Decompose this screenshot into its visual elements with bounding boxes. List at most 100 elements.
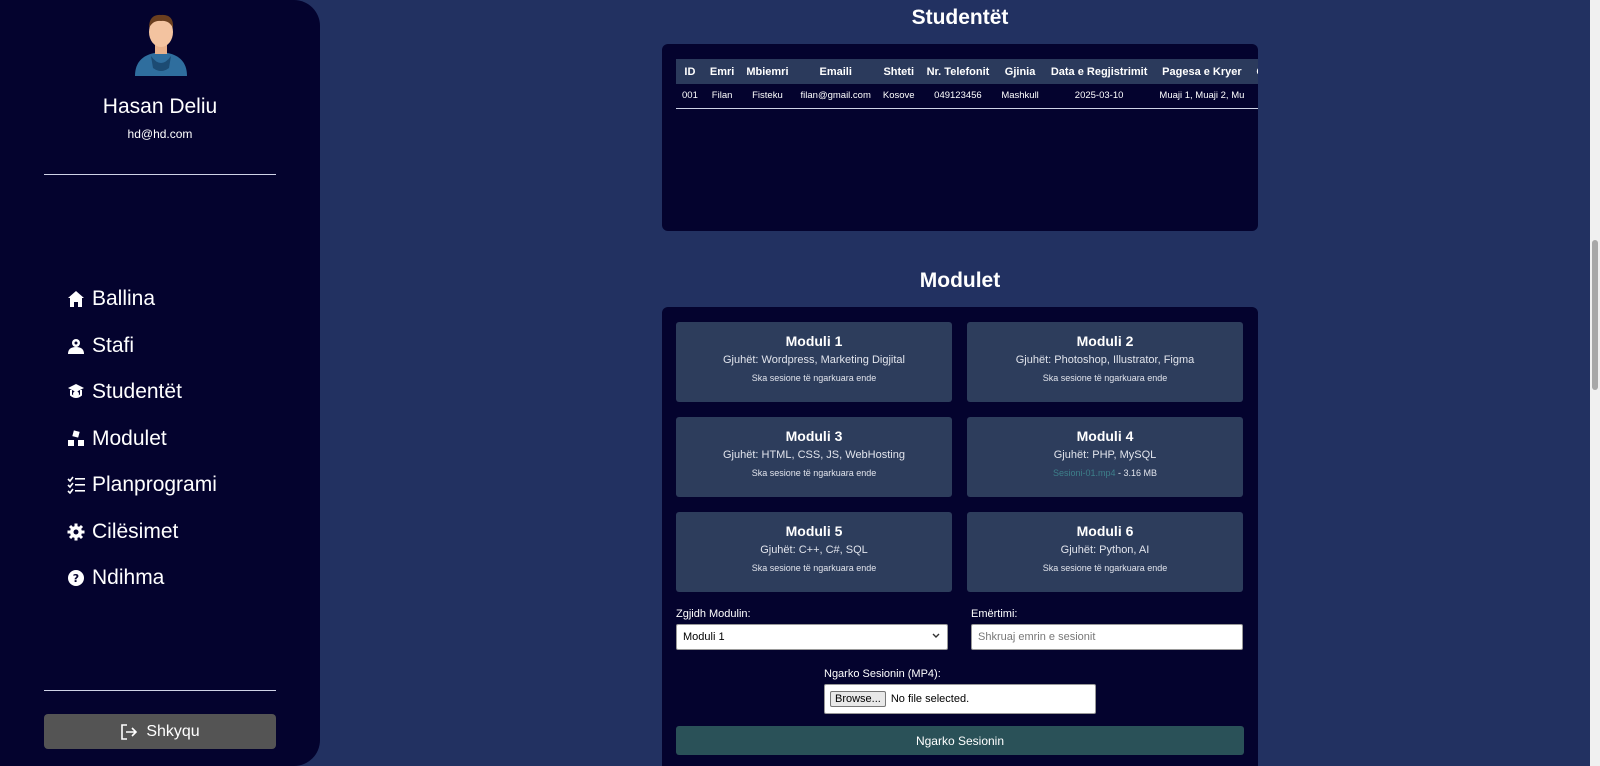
sidebar-item-label: Studentët — [92, 380, 182, 404]
table-header-cell: ID — [684, 65, 696, 78]
module-card-1[interactable]: Moduli 1 Gjuhët: Wordpress, Marketing Di… — [676, 322, 952, 402]
table-header-cell: Nr. Telefonit — [926, 65, 990, 78]
session-name-label: Emërtimi: — [971, 608, 1018, 620]
session-file-link[interactable]: Sesioni-01.mp4 — [1053, 468, 1116, 478]
svg-text:?: ? — [73, 572, 79, 585]
sidebar-item-label: Modulet — [92, 426, 167, 450]
sidebar-divider-top — [44, 174, 276, 175]
table-cell: Muaji 1, Muaji 2, Mu — [1153, 84, 1251, 109]
table-cell: filan@gmail.com — [794, 84, 877, 109]
upload-session-button[interactable]: Ngarko Sesionin — [676, 726, 1244, 755]
module-title: Moduli 6 — [1076, 523, 1134, 539]
module-title: Moduli 2 — [1076, 333, 1134, 349]
modules-panel: Moduli 1 Gjuhët: Wordpress, Marketing Di… — [662, 307, 1258, 766]
table-header-cell: Data e Regjistrimit — [1050, 65, 1148, 78]
modules-icon — [66, 429, 86, 449]
module-languages: Gjuhët: PHP, MySQL — [1053, 449, 1157, 461]
sidebar-item-cilesimet[interactable]: Cilësimet — [66, 509, 217, 556]
module-select-label: Zgjidh Modulin: — [676, 608, 751, 620]
table-header-cell: Gjinia — [1004, 65, 1036, 78]
avatar — [135, 14, 187, 76]
table-cell: Filan — [703, 84, 741, 109]
session-name-input[interactable]: Shkruaj emrin e sesionit — [971, 624, 1243, 650]
table-cell: Mashkull — [995, 84, 1045, 109]
students-panel: ID Emri Mbiemri Emaili Shteti Nr. Telefonit Gj… — [662, 44, 1258, 231]
table-header-cell: Emri — [709, 65, 735, 78]
module-select-value: Moduli 1 — [683, 631, 725, 643]
scrollbar-thumb[interactable] — [1592, 240, 1598, 390]
upload-label: Ngarko Sesionin (MP4): — [824, 668, 941, 680]
table-header-row: ID Emri Mbiemri Emaili Shteti Nr. Telefonit Gj… — [676, 59, 1258, 84]
students-table-wrapper: ID Emri Mbiemri Emaili Shteti Nr. Telefonit Gj… — [676, 59, 1258, 109]
module-sessions: Ska sesione të ngarkuara ende — [751, 373, 877, 383]
sidebar-item-modulet[interactable]: Modulet — [66, 416, 217, 463]
sidebar: Hasan Deliu hd@hd.com Ballina Stafi Stud… — [0, 0, 320, 766]
sidebar-item-label: Stafi — [92, 333, 135, 357]
table-cell: 001 — [676, 84, 704, 109]
logout-button[interactable]: Shkyqu — [44, 714, 276, 749]
module-languages: Gjuhët: Python, AI — [1060, 544, 1150, 556]
sidebar-item-label: Cilësimet — [92, 519, 179, 543]
checklist-icon — [66, 475, 86, 495]
module-title: Moduli 5 — [785, 523, 843, 539]
browse-button[interactable]: Browse... — [830, 691, 886, 707]
module-sessions: Sesioni-01.mp4 - 3.16 MB — [967, 468, 1243, 478]
table-cell: 13 — [1250, 84, 1258, 109]
user-name: Hasan Deliu — [102, 95, 218, 118]
sidebar-divider-bottom — [44, 690, 276, 691]
module-languages: Gjuhët: HTML, CSS, JS, WebHosting — [723, 449, 905, 461]
table-header-cell: Mbiemri — [746, 65, 789, 78]
table-header-cell: Emaili — [819, 65, 852, 78]
chevron-down-icon — [931, 631, 941, 644]
module-card-6[interactable]: Moduli 6 Gjuhët: Python, AI Ska sesione … — [967, 512, 1243, 592]
module-languages: Gjuhët: Wordpress, Marketing Digjital — [723, 354, 905, 366]
table-cell: 2025-03-10 — [1044, 84, 1154, 109]
session-file-size: - 3.16 MB — [1115, 468, 1158, 478]
module-sessions: Ska sesione të ngarkuara ende — [1042, 373, 1168, 383]
sidebar-item-stafi[interactable]: Stafi — [66, 323, 217, 370]
module-sessions: Ska sesione të ngarkuara ende — [751, 468, 877, 478]
table-header-cell: Pagesa e Kryer — [1162, 65, 1242, 78]
sidebar-item-label: Ballina — [92, 287, 156, 311]
logout-label: Shkyqu — [146, 722, 200, 740]
help-icon: ? — [66, 568, 86, 588]
module-title: Moduli 1 — [785, 333, 843, 349]
file-status: No file selected. — [890, 693, 970, 705]
table-cell: 049123456 — [920, 84, 996, 109]
page-scrollbar[interactable] — [1590, 0, 1600, 766]
table-header-cell: Grupi — [1250, 59, 1258, 84]
sidebar-item-label: Ndihma — [92, 566, 165, 590]
file-input[interactable]: Browse... No file selected. — [824, 684, 1096, 714]
sidebar-item-ballina[interactable]: Ballina — [66, 276, 217, 323]
user-email: hd@hd.com — [127, 127, 193, 141]
table-cell: Kosove — [876, 84, 921, 109]
table-cell: Fisteku — [740, 84, 795, 109]
staff-icon — [66, 336, 86, 356]
sidebar-nav: Ballina Stafi Studentët Modulet Planprog… — [66, 276, 217, 602]
modules-title: Modulet — [919, 269, 1001, 292]
graduation-cap-icon — [66, 382, 86, 402]
module-card-2[interactable]: Moduli 2 Gjuhët: Photoshop, Illustrator,… — [967, 322, 1243, 402]
module-title: Moduli 3 — [785, 428, 843, 444]
students-table-body: 001 Filan Fisteku filan@gmail.com Kosove 0491… — [676, 84, 1258, 109]
students-title: Studentët — [911, 6, 1009, 29]
module-card-4[interactable]: Moduli 4 Gjuhët: PHP, MySQL Sesioni-01.m… — [967, 417, 1243, 497]
module-select[interactable]: Moduli 1 — [676, 624, 948, 650]
module-title: Moduli 4 — [1076, 428, 1134, 444]
gear-icon — [66, 522, 86, 542]
module-card-3[interactable]: Moduli 3 Gjuhët: HTML, CSS, JS, WebHosti… — [676, 417, 952, 497]
students-table: ID Emri Mbiemri Emaili Shteti Nr. Telefonit Gj… — [676, 59, 1258, 109]
sidebar-item-label: Planprogrami — [92, 473, 217, 497]
table-row[interactable]: 001 Filan Fisteku filan@gmail.com Kosove 0491… — [676, 84, 1258, 109]
module-sessions: Ska sesione të ngarkuara ende — [1042, 563, 1168, 573]
sidebar-item-studentet[interactable]: Studentët — [66, 369, 217, 416]
table-header-cell: Shteti — [883, 65, 914, 78]
module-card-5[interactable]: Moduli 5 Gjuhët: C++, C#, SQL Ska sesion… — [676, 512, 952, 592]
home-icon — [66, 289, 86, 309]
logout-icon — [120, 723, 138, 741]
module-languages: Gjuhët: C++, C#, SQL — [760, 544, 868, 556]
module-languages: Gjuhët: Photoshop, Illustrator, Figma — [1015, 354, 1195, 366]
sidebar-item-planprogrami[interactable]: Planprogrami — [66, 462, 217, 509]
module-sessions: Ska sesione të ngarkuara ende — [751, 563, 877, 573]
sidebar-item-ndihma[interactable]: ? Ndihma — [66, 555, 217, 602]
